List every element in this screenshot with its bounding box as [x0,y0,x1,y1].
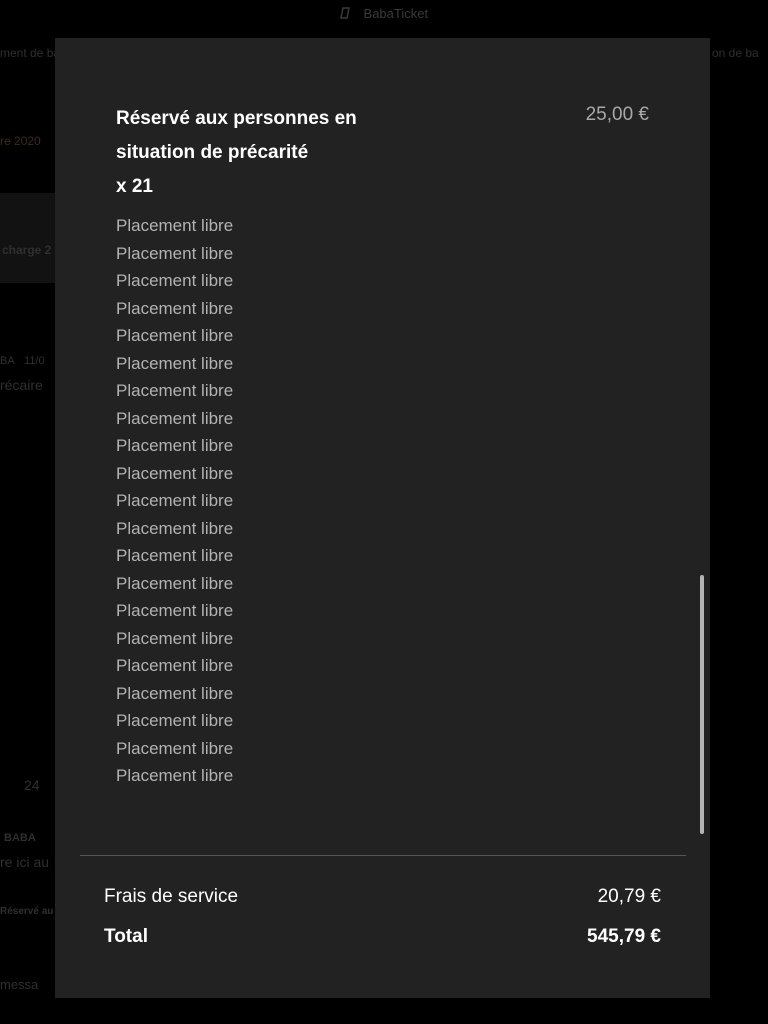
placement-item: Placement libre [116,601,234,620]
placement-item: Placement libre [116,628,234,648]
placement-item: Placement libre [116,408,234,428]
total-label: Total [104,926,148,947]
placement-list: Placement libre Placement libre Placement … [116,212,233,790]
total-value: 545,79 € [587,926,661,947]
placement-item: Placement libre [116,216,234,235]
bg-fragment: charge 2 [2,243,52,257]
background-panel [0,193,60,283]
placement-item: Placement libre [116,656,234,675]
placement-item: Placement libre [116,271,234,290]
ticket-unit-price: 25,00 € [585,104,649,125]
service-fee-value: 20,79 € [597,886,661,907]
bg-fragment: on de ba [712,46,759,60]
order-summary-modal: Réservé aux personnes en situation de pr… [55,38,710,998]
bg-fragment: Réservé au [0,906,54,917]
divider [80,855,686,856]
placement-item: Placement libre [116,518,234,538]
placement-item: Placement libre [116,683,234,703]
placement-item: Placement libre [116,353,234,373]
placement-item: Placement libre [116,326,234,345]
app-title: BabaTicket [363,6,429,21]
placement-item: Placement libre [116,573,234,593]
placement-item: Placement libre [116,436,234,455]
bg-fragment: récaire [0,377,43,393]
ticket-category-name: Réservé aux personnes en situation de pr… [116,108,357,163]
service-fee-label: Frais de service [104,886,239,907]
bg-fragment: ment de ba [0,46,61,60]
placement-item: Placement libre [116,463,234,483]
placement-item: Placement libre [116,298,234,318]
placement-item: Placement libre [116,546,234,565]
ticket-item-title: Réservé aux personnes en situation de pr… [116,102,416,204]
bg-fragment: BABA [4,832,36,844]
bg-fragment: 24 [24,777,40,793]
bg-fragment: BA [0,355,15,367]
placement-item: Placement libre [116,766,234,785]
scrollbar[interactable] [700,38,708,856]
placement-item: Placement libre [116,243,234,263]
placement-item: Placement libre [116,738,234,758]
placement-item: Placement libre [116,381,234,400]
placement-item: Placement libre [116,711,234,730]
babaticket-logo-icon [339,7,350,19]
ticket-list-scroll-area[interactable]: Réservé aux personnes en situation de pr… [55,38,710,856]
bg-fragment: re 2020 [0,134,41,148]
screen: BabaTicket ment de ba on de ba re 2020 c… [0,0,768,1024]
bg-fragment: messa [0,977,39,992]
app-header: BabaTicket [0,6,768,21]
bg-fragment: 11/0 [24,355,45,367]
placement-item: Placement libre [116,491,234,510]
bg-fragment: re ici au [0,854,50,870]
scrollbar-thumb[interactable] [700,575,704,834]
ticket-quantity: x 21 [116,176,153,197]
